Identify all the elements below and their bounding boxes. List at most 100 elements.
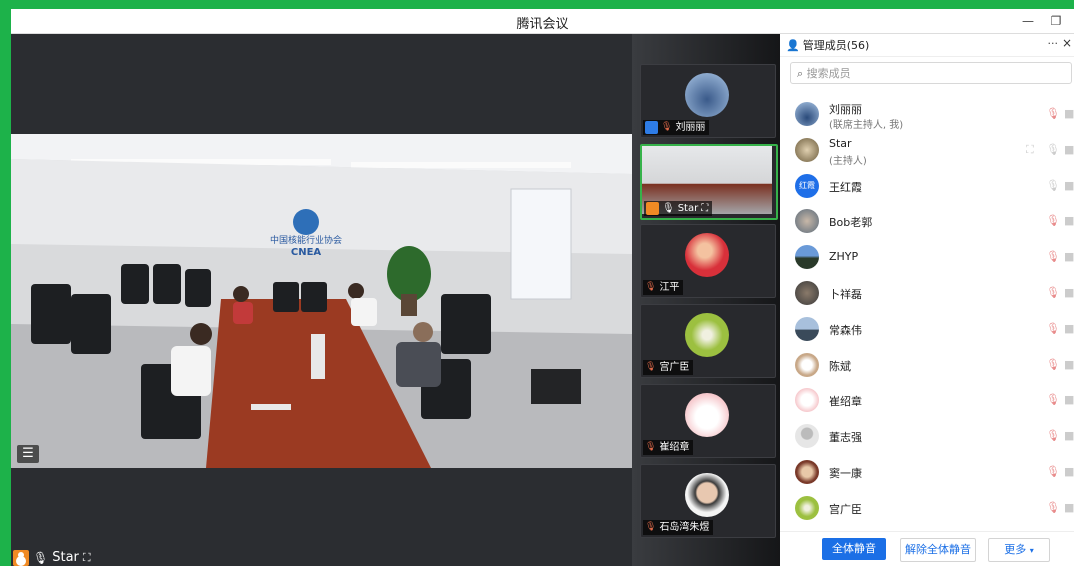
member-name: 刘丽丽: [829, 103, 862, 116]
video-off-icon[interactable]: ■: [1064, 465, 1074, 478]
video-tile[interactable]: 🎙 崔绍章: [640, 384, 776, 458]
meeting-window: 腾讯会议 — ❐ 中国核能行业协会 CNEA ☰ 🎙 Star ⛶ 🎙 刘丽丽 …: [11, 9, 1074, 566]
list-item[interactable]: Bob老郭 🎙 ■: [780, 203, 1074, 239]
avatar: [795, 352, 819, 377]
mic-muted-icon[interactable]: 🎙: [1046, 250, 1060, 263]
video-off-icon[interactable]: ■: [1064, 286, 1074, 299]
more-actions-label: 更多: [1004, 543, 1027, 556]
video-off-icon[interactable]: ■: [1064, 214, 1074, 227]
mic-muted-icon: 🎙: [645, 362, 657, 372]
mic-muted-icon: 🎙: [645, 442, 657, 452]
video-tile[interactable]: 🎙 刘丽丽: [640, 64, 776, 138]
avatar: 红霞: [795, 173, 819, 198]
microphone-icon: 🎙: [33, 550, 49, 565]
screen-share-icon: ⛶: [1026, 142, 1034, 156]
video-tile[interactable]: 🎙 江平: [640, 224, 776, 298]
list-item[interactable]: 陈斌 🎙 ■: [780, 347, 1074, 383]
tile-name: 江平: [659, 282, 680, 293]
search-icon: ⌕: [797, 67, 804, 80]
member-name: 宫广臣: [829, 502, 862, 516]
mic-muted-icon[interactable]: 🎙: [1046, 465, 1060, 478]
mute-all-button[interactable]: 全体静音: [822, 538, 886, 560]
member-name: 常森伟: [829, 323, 862, 337]
list-item[interactable]: 刘丽丽 (联席主持人, 我) 🎙 ■: [780, 96, 1074, 132]
panel-footer: 全体静音 解除全体静音 更多 ▾: [780, 531, 1074, 566]
video-off-icon[interactable]: ■: [1064, 393, 1074, 406]
unmute-all-button[interactable]: 解除全体静音: [900, 538, 976, 562]
member-role: (主持人): [829, 155, 867, 167]
avatar: [795, 316, 819, 341]
microphone-icon[interactable]: 🎙: [1046, 143, 1060, 156]
cohost-icon: [645, 121, 658, 134]
member-name: 王红霞: [829, 180, 862, 194]
list-item[interactable]: 崔绍章 🎙 ■: [780, 382, 1074, 418]
microphone-icon: 🎙: [662, 203, 675, 214]
close-panel-button[interactable]: ×: [1062, 36, 1072, 50]
mic-muted-icon[interactable]: 🎙: [1046, 214, 1060, 227]
video-off-icon[interactable]: ■: [1064, 358, 1074, 371]
mic-muted-icon[interactable]: 🎙: [1046, 322, 1060, 335]
avatar: [685, 313, 729, 357]
mic-muted-icon[interactable]: 🎙: [1046, 393, 1060, 406]
search-placeholder: 搜索成员: [806, 67, 851, 80]
member-name: Star: [829, 136, 852, 150]
video-off-icon[interactable]: ■: [1064, 501, 1074, 514]
more-actions-button[interactable]: 更多 ▾: [988, 538, 1050, 562]
main-video-stage[interactable]: 中国核能行业协会 CNEA ☰ 🎙 Star ⛶: [11, 34, 632, 566]
room-sign-en: CNEA: [291, 247, 322, 258]
video-off-icon[interactable]: ■: [1064, 322, 1074, 335]
mic-muted-icon: 🎙: [645, 522, 657, 532]
list-item[interactable]: Star (主持人) ⛶ 🎙 ■: [780, 132, 1074, 168]
list-item[interactable]: 红霞 王红霞 🎙 ■: [780, 168, 1074, 204]
screen-share-icon: ⛶: [701, 203, 709, 214]
host-icon: [646, 202, 659, 215]
member-name: Bob老郭: [829, 216, 873, 230]
mic-muted-icon[interactable]: 🎙: [1046, 501, 1060, 514]
list-item[interactable]: 卜祥磊 🎙 ■: [780, 275, 1074, 311]
avatar: [685, 73, 729, 117]
video-off-icon[interactable]: ■: [1064, 107, 1074, 120]
search-input[interactable]: ⌕ 搜索成员: [790, 62, 1072, 84]
member-name: 卜祥磊: [829, 287, 862, 301]
active-speaker-name: Star: [52, 550, 79, 565]
screen-share-icon: ⛶: [82, 550, 91, 564]
avatar: [795, 137, 819, 162]
microphone-icon[interactable]: 🎙: [1046, 179, 1060, 192]
list-item[interactable]: ZHYP 🎙 ■: [780, 239, 1074, 275]
tile-name: 宫广臣: [659, 362, 690, 373]
video-icon[interactable]: ■: [1064, 179, 1074, 192]
participant-list-toggle[interactable]: ☰: [17, 445, 39, 463]
mic-muted-icon[interactable]: 🎙: [1046, 358, 1060, 371]
list-item[interactable]: 宫广臣 🎙 ■: [780, 490, 1074, 526]
tile-name: 刘丽丽: [675, 122, 706, 133]
video-icon[interactable]: ■: [1064, 143, 1074, 156]
video-tile[interactable]: 🎙 Star ⛶: [640, 144, 778, 220]
list-item[interactable]: 窦一康 🎙 ■: [780, 454, 1074, 490]
video-off-icon[interactable]: ■: [1064, 250, 1074, 263]
person-icon: 👤: [786, 38, 800, 52]
conference-room-video: 中国核能行业协会 CNEA: [11, 134, 632, 468]
tile-name: Star: [677, 203, 699, 214]
list-item[interactable]: 董志强 🎙 ■: [780, 418, 1074, 454]
avatar: [685, 473, 729, 517]
active-speaker-label: 🎙 Star ⛶: [13, 549, 91, 566]
avatar: [795, 209, 819, 234]
restore-button[interactable]: ❐: [1047, 12, 1065, 30]
more-options-button[interactable]: ···: [1048, 37, 1059, 50]
mic-muted-icon[interactable]: 🎙: [1046, 107, 1060, 120]
minimize-button[interactable]: —: [1019, 12, 1037, 30]
panel-header: 👤 管理成员(56) ··· ×: [780, 34, 1074, 57]
avatar: [795, 280, 819, 305]
video-tile[interactable]: 🎙 石岛湾朱煜: [640, 464, 776, 538]
chevron-down-icon: ▾: [1029, 546, 1034, 555]
video-tile[interactable]: 🎙 宫广臣: [640, 304, 776, 378]
mic-muted-icon[interactable]: 🎙: [1046, 286, 1060, 299]
avatar: [795, 102, 819, 126]
mic-muted-icon[interactable]: 🎙: [1046, 429, 1060, 442]
video-off-icon[interactable]: ■: [1064, 429, 1074, 442]
avatar: [685, 233, 729, 277]
member-name: ZHYP: [829, 250, 859, 264]
list-item[interactable]: 常森伟 🎙 ■: [780, 311, 1074, 347]
member-name: 窦一康: [829, 466, 862, 480]
mic-muted-icon: 🎙: [661, 122, 673, 132]
